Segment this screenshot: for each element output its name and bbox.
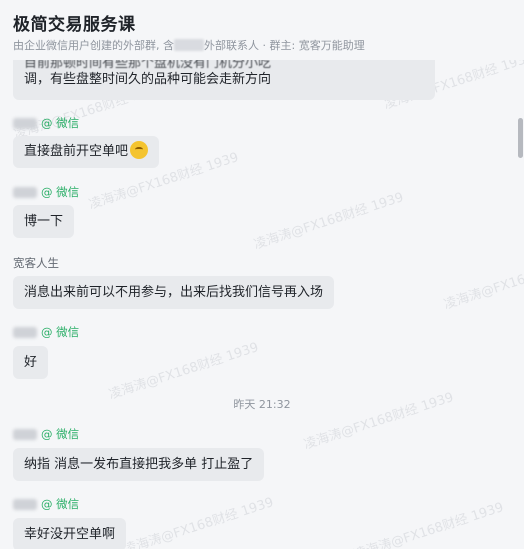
watermark: 凌海涛@FX168财经 1939 <box>107 340 261 403</box>
chat-header: 极简交易服务课 由企业微信用户创建的外部群, 含 外部联系人 · 群主: 宽客万能… <box>0 0 524 60</box>
message-bubble[interactable]: 博一下 <box>13 205 75 238</box>
message-text: 直接盘前开空单吧 <box>24 144 129 159</box>
scrollbar[interactable] <box>516 60 524 549</box>
message-text: 纳指 消息一发布直接把我多单 打止盈了 <box>24 457 254 472</box>
wechat-tag: @ 微信 <box>41 116 80 130</box>
wechat-tag: @ 微信 <box>41 325 80 339</box>
wechat-tag: @ 微信 <box>41 497 80 511</box>
subtitle-suffix: 外部联系人 · 群主: 宽客万能助理 <box>204 39 365 52</box>
avatar <box>13 326 37 338</box>
message-list[interactable]: 凌海涛@FX168财经 1939 凌海涛@FX168财经 1939 凌海涛@FX… <box>0 60 524 549</box>
blurred-count <box>174 39 204 51</box>
message-sender: @ 微信 <box>13 184 79 200</box>
message-text: 消息出来前可以不用参与，出来后找我们信号再入场 <box>24 285 324 300</box>
message-bubble[interactable]: 纳指 消息一发布直接把我多单 打止盈了 <box>13 448 265 481</box>
group-title: 极简交易服务课 <box>13 15 136 35</box>
message-sender: @ 微信 <box>13 115 79 131</box>
message-bubble[interactable]: 直接盘前开空单吧 <box>13 136 160 168</box>
message-sender: @ 微信 <box>13 324 79 340</box>
timestamp: 昨天 21:32 <box>233 398 291 411</box>
message-bubble[interactable]: 幸好没开空单啊 <box>13 518 127 549</box>
message-bubble[interactable]: 消息出来前可以不用参与，出来后找我们信号再入场 <box>13 276 335 309</box>
message-text: 幸好没开空单啊 <box>24 527 116 542</box>
scrollbar-thumb[interactable] <box>518 118 523 158</box>
avatar <box>13 186 37 198</box>
avatar <box>13 428 37 440</box>
watermark: 凌海涛@FX168财经 1939 <box>122 495 276 549</box>
message-sender: @ 微信 <box>13 426 79 442</box>
wechat-tag: @ 微信 <box>41 427 80 441</box>
avatar <box>13 498 37 510</box>
wechat-tag: @ 微信 <box>41 185 80 199</box>
subtitle-prefix: 由企业微信用户创建的外部群, 含 <box>13 39 174 52</box>
message-text: 好 <box>24 355 38 370</box>
message-bubble[interactable]: 目前那顿时间有些那个盘机没有门机分小吃 调，有些盘整时间久的品种可能会走新方向 <box>13 60 435 100</box>
group-subtitle: 由企业微信用户创建的外部群, 含 外部联系人 · 群主: 宽客万能助理 <box>13 37 365 53</box>
message-text: 博一下 <box>24 214 64 229</box>
watermark: 凌海涛@FX168财经 1939 <box>352 500 506 549</box>
thinking-face-icon <box>130 141 149 159</box>
avatar <box>13 117 37 129</box>
message-text-partial: 目前那顿时间有些那个盘机没有门机分小吃 <box>24 60 272 70</box>
message-bubble[interactable]: 好 <box>13 346 49 379</box>
message-sender: @ 微信 <box>13 496 79 512</box>
message-text: 调，有些盘整时间久的品种可能会走新方向 <box>24 72 272 87</box>
sender-name: 宽客人生 <box>13 256 59 270</box>
message-sender: 宽客人生 <box>13 255 59 271</box>
watermark: 凌海涛@FX168财经 1939 <box>442 250 524 313</box>
watermark: 凌海涛@FX168财经 1939 <box>252 190 406 253</box>
